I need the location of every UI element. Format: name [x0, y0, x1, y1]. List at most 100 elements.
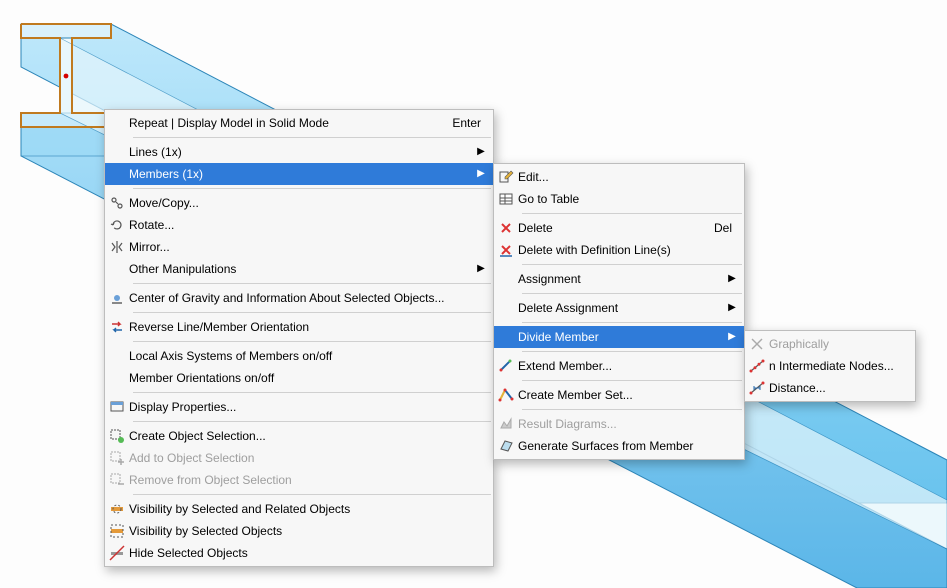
- delete-assignment-label: Delete Assignment: [518, 301, 726, 315]
- submenu-arrow-icon: ▶: [726, 274, 738, 284]
- separator: [522, 380, 742, 381]
- menu1: Repeat | Display Model in Solid ModeEnte…: [104, 109, 494, 567]
- local-axis-toggle-label: Local Axis Systems of Members on/off: [129, 349, 487, 363]
- divide-n-nodes[interactable]: n Intermediate Nodes...: [745, 355, 915, 377]
- repeat-display-model-label: Repeat | Display Model in Solid Mode: [129, 116, 452, 130]
- center-of-gravity[interactable]: Center of Gravity and Information About …: [105, 287, 493, 309]
- edit[interactable]: Edit...: [494, 166, 744, 188]
- separator: [522, 322, 742, 323]
- submenu-arrow-icon: ▶: [475, 147, 487, 157]
- divide-distance[interactable]: Distance...: [745, 377, 915, 399]
- other-manipulations[interactable]: Other Manipulations▶: [105, 258, 493, 280]
- table-icon: [494, 191, 518, 207]
- assignment-label: Assignment: [518, 272, 726, 286]
- mirror-icon: [105, 239, 129, 255]
- extend-member-label: Extend Member...: [518, 359, 738, 373]
- extend-member[interactable]: Extend Member...: [494, 355, 744, 377]
- divide-n-nodes-label: n Intermediate Nodes...: [769, 359, 912, 373]
- divide-member[interactable]: Divide Member▶: [494, 326, 744, 348]
- result-diagrams-label: Result Diagrams...: [518, 417, 738, 431]
- display-props-icon: [105, 399, 129, 415]
- create-object-selection-label: Create Object Selection...: [129, 429, 487, 443]
- delete[interactable]: DeleteDel: [494, 217, 744, 239]
- result-diagrams: Result Diagrams...: [494, 413, 744, 435]
- separator: [133, 341, 491, 342]
- delete-assignment[interactable]: Delete Assignment▶: [494, 297, 744, 319]
- move-copy-label: Move/Copy...: [129, 196, 487, 210]
- assignment[interactable]: Assignment▶: [494, 268, 744, 290]
- go-to-table-label: Go to Table: [518, 192, 738, 206]
- create-member-set[interactable]: Create Member Set...: [494, 384, 744, 406]
- submenu-arrow-icon: ▶: [726, 332, 738, 342]
- move-copy[interactable]: Move/Copy...: [105, 192, 493, 214]
- other-manipulations-label: Other Manipulations: [129, 262, 475, 276]
- display-properties[interactable]: Display Properties...: [105, 396, 493, 418]
- go-to-table[interactable]: Go to Table: [494, 188, 744, 210]
- move-copy-icon: [105, 195, 129, 211]
- hide-selected[interactable]: Hide Selected Objects: [105, 542, 493, 564]
- reverse-icon: [105, 319, 129, 335]
- divide-graphically-label: Graphically: [769, 337, 909, 351]
- delete-accel: Del: [714, 221, 738, 235]
- edit-icon: [494, 169, 518, 185]
- member-set-icon: [494, 387, 518, 403]
- mirror-label: Mirror...: [129, 240, 487, 254]
- rotate-icon: [105, 217, 129, 233]
- reverse-orientation[interactable]: Reverse Line/Member Orientation: [105, 316, 493, 338]
- local-axis-toggle[interactable]: Local Axis Systems of Members on/off: [105, 345, 493, 367]
- delete-with-lines-label: Delete with Definition Line(s): [518, 243, 738, 257]
- repeat-display-model-accel: Enter: [452, 116, 487, 130]
- create-sel-icon: [105, 428, 129, 444]
- separator: [522, 409, 742, 410]
- remove-sel-icon: [105, 472, 129, 488]
- repeat-display-model[interactable]: Repeat | Display Model in Solid ModeEnte…: [105, 112, 493, 134]
- remove-object-selection: Remove from Object Selection: [105, 469, 493, 491]
- hide-selected-label: Hide Selected Objects: [129, 546, 487, 560]
- visibility-related-label: Visibility by Selected and Related Objec…: [129, 502, 487, 516]
- rotate-label: Rotate...: [129, 218, 487, 232]
- separator: [133, 392, 491, 393]
- create-object-selection[interactable]: Create Object Selection...: [105, 425, 493, 447]
- distance-icon: [745, 380, 769, 396]
- visibility-selected[interactable]: Visibility by Selected Objects: [105, 520, 493, 542]
- delete-icon: [494, 220, 518, 236]
- submenu-arrow-icon: ▶: [475, 264, 487, 274]
- members-1x[interactable]: Members (1x)▶: [105, 163, 493, 185]
- cog-icon: [105, 290, 129, 306]
- menu3: Graphically n Intermediate Nodes... Distan…: [744, 330, 916, 402]
- delete-with-lines[interactable]: Delete with Definition Line(s): [494, 239, 744, 261]
- submenu-arrow-icon: ▶: [475, 169, 487, 179]
- result-diag-icon: [494, 416, 518, 432]
- center-of-gravity-label: Center of Gravity and Information About …: [129, 291, 487, 305]
- divide-distance-label: Distance...: [769, 381, 909, 395]
- separator: [522, 351, 742, 352]
- divide-member-label: Divide Member: [518, 330, 726, 344]
- edit-label: Edit...: [518, 170, 738, 184]
- remove-object-selection-label: Remove from Object Selection: [129, 473, 487, 487]
- vis-sel-icon: [105, 523, 129, 539]
- separator: [522, 213, 742, 214]
- add-sel-icon: [105, 450, 129, 466]
- display-properties-label: Display Properties...: [129, 400, 487, 414]
- reverse-orientation-label: Reverse Line/Member Orientation: [129, 320, 487, 334]
- member-orient-toggle[interactable]: Member Orientations on/off: [105, 367, 493, 389]
- generate-surfaces-label: Generate Surfaces from Member: [518, 439, 738, 453]
- menu2: Edit... Go to Table DeleteDel Delete with D…: [493, 163, 745, 460]
- hide-icon: [105, 545, 129, 561]
- graphic-icon: [745, 336, 769, 352]
- rotate[interactable]: Rotate...: [105, 214, 493, 236]
- create-member-set-label: Create Member Set...: [518, 388, 738, 402]
- visibility-selected-label: Visibility by Selected Objects: [129, 524, 487, 538]
- mirror[interactable]: Mirror...: [105, 236, 493, 258]
- separator: [133, 283, 491, 284]
- members-1x-label: Members (1x): [129, 167, 475, 181]
- add-object-selection-label: Add to Object Selection: [129, 451, 487, 465]
- gen-surf-icon: [494, 438, 518, 454]
- generate-surfaces[interactable]: Generate Surfaces from Member: [494, 435, 744, 457]
- divide-graphically: Graphically: [745, 333, 915, 355]
- lines-1x-label: Lines (1x): [129, 145, 475, 159]
- visibility-related[interactable]: Visibility by Selected and Related Objec…: [105, 498, 493, 520]
- vis-rel-icon: [105, 501, 129, 517]
- separator: [133, 312, 491, 313]
- lines-1x[interactable]: Lines (1x)▶: [105, 141, 493, 163]
